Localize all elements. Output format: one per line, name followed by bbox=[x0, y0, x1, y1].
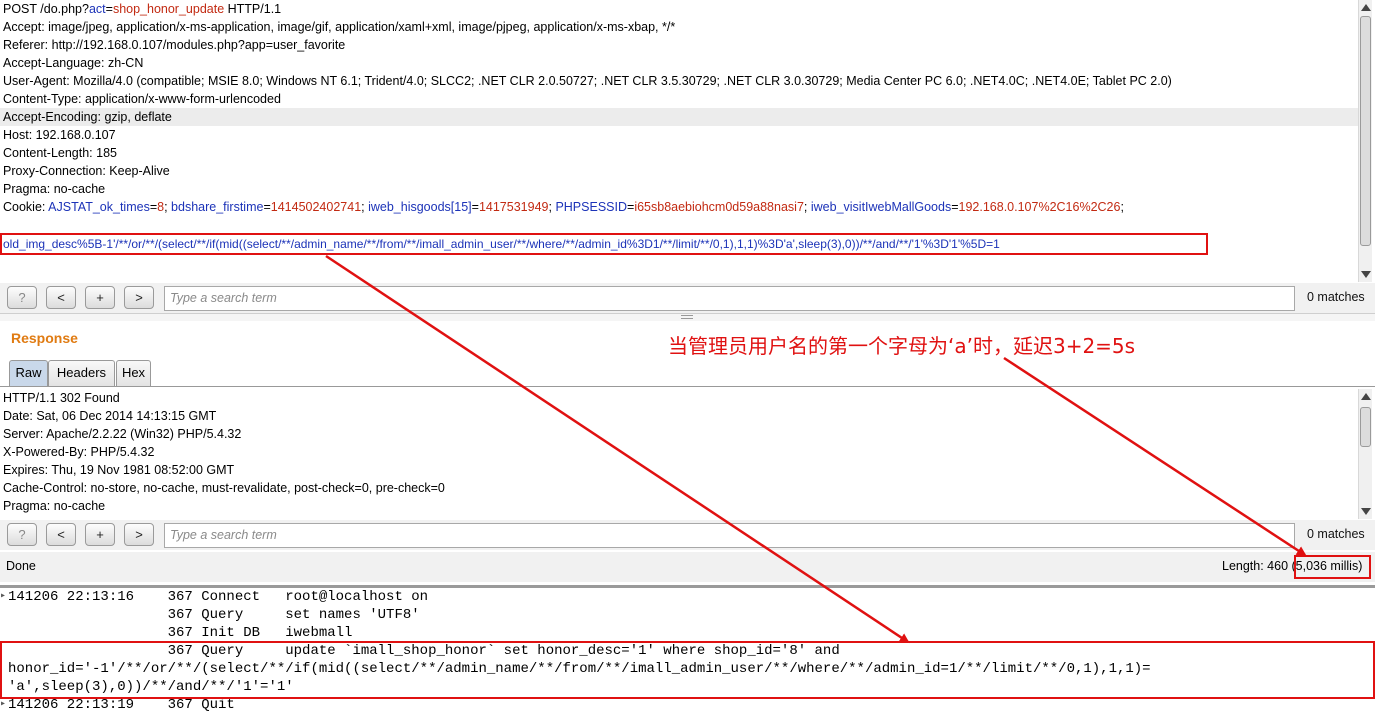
search-options-button[interactable]: + bbox=[85, 286, 115, 309]
content-length-header: Content-Length: 185 bbox=[3, 146, 117, 160]
annotation-text: 当管理员用户名的第一个字母为‘a’时，延迟3+2=5s bbox=[668, 334, 1136, 358]
accept-header: Accept: image/jpeg, application/x-ms-app… bbox=[3, 20, 676, 34]
response-search-bar: ? < + > Type a search term 0 matches bbox=[0, 520, 1375, 550]
search-options-button[interactable]: + bbox=[85, 523, 115, 546]
log-line: 141206 22:13:16 367 Connect root@localho… bbox=[8, 589, 429, 605]
next-match-button[interactable]: > bbox=[124, 523, 154, 546]
tab-hex[interactable]: Hex bbox=[116, 360, 151, 386]
search-input[interactable]: Type a search term bbox=[164, 523, 1295, 548]
pane-divider[interactable] bbox=[0, 313, 1375, 321]
status-bar: Done Length: 460 (5,036 millis) bbox=[0, 552, 1375, 582]
scroll-up-icon[interactable] bbox=[1361, 4, 1371, 11]
date-header: Date: Sat, 06 Dec 2014 14:13:15 GMT bbox=[3, 409, 217, 423]
status-line: HTTP/1.1 302 Found bbox=[3, 391, 120, 405]
log-query-highlight-box bbox=[0, 641, 1375, 699]
host-header: Host: 192.168.0.107 bbox=[3, 128, 116, 142]
scroll-thumb[interactable] bbox=[1360, 16, 1371, 246]
expires-header: Expires: Thu, 19 Nov 1981 08:52:00 GMT bbox=[3, 463, 235, 477]
match-count: 0 matches bbox=[1307, 290, 1365, 304]
previous-match-button[interactable]: < bbox=[46, 523, 76, 546]
server-header: Server: Apache/2.2.22 (Win32) PHP/5.4.32 bbox=[3, 427, 242, 441]
language-header: Accept-Language: zh-CN bbox=[3, 56, 144, 70]
cache-control-header: Cache-Control: no-store, no-cache, must-… bbox=[3, 481, 445, 495]
request-search-bar: ? < + > Type a search term 0 matches bbox=[0, 283, 1375, 313]
tab-raw[interactable]: Raw bbox=[9, 360, 48, 386]
match-count: 0 matches bbox=[1307, 527, 1365, 541]
pragma-header: Pragma: no-cache bbox=[3, 182, 106, 196]
log-line: 367 Init DB iwebmall bbox=[8, 625, 353, 641]
scroll-thumb[interactable] bbox=[1360, 407, 1371, 447]
response-scrollbar[interactable] bbox=[1358, 389, 1372, 519]
previous-match-button[interactable]: < bbox=[46, 286, 76, 309]
status-text: Done bbox=[6, 559, 36, 573]
response-title: Response bbox=[11, 330, 78, 346]
tab-headers[interactable]: Headers bbox=[48, 360, 115, 386]
cookie-header: Cookie: AJSTAT_ok_times=8; bdshare_first… bbox=[3, 200, 1124, 214]
request-scrollbar[interactable] bbox=[1358, 0, 1372, 282]
search-input[interactable]: Type a search term bbox=[164, 286, 1295, 311]
scroll-down-icon[interactable] bbox=[1361, 508, 1371, 515]
scroll-up-icon[interactable] bbox=[1361, 393, 1371, 400]
scroll-down-icon[interactable] bbox=[1361, 271, 1371, 278]
powered-by-header: X-Powered-By: PHP/5.4.32 bbox=[3, 445, 155, 459]
content-type-header: Content-Type: application/x-www-form-url… bbox=[3, 92, 281, 106]
encoding-header: Accept-Encoding: gzip, deflate bbox=[3, 110, 172, 124]
divider-grip-icon[interactable] bbox=[681, 315, 693, 319]
user-agent-header: User-Agent: Mozilla/4.0 (compatible; MSI… bbox=[3, 74, 1172, 88]
payload-highlight-box bbox=[0, 233, 1208, 255]
tab-underline bbox=[0, 386, 1375, 387]
response-pragma-header: Pragma: no-cache bbox=[3, 499, 106, 513]
next-match-button[interactable]: > bbox=[124, 286, 154, 309]
response-time-highlight-box bbox=[1294, 555, 1371, 579]
help-button[interactable]: ? bbox=[7, 523, 37, 546]
log-line: 367 Query set names 'UTF8' bbox=[8, 607, 420, 623]
referer-header: Referer: http://192.168.0.107/modules.ph… bbox=[3, 38, 346, 52]
response-viewer[interactable]: HTTP/1.1 302 Found Date: Sat, 06 Dec 201… bbox=[0, 389, 1358, 519]
current-line-highlight bbox=[0, 108, 1358, 126]
connection-header: Proxy-Connection: Keep-Alive bbox=[3, 164, 170, 178]
help-button[interactable]: ? bbox=[7, 286, 37, 309]
request-line: POST /do.php?act=shop_honor_update HTTP/… bbox=[3, 2, 282, 16]
